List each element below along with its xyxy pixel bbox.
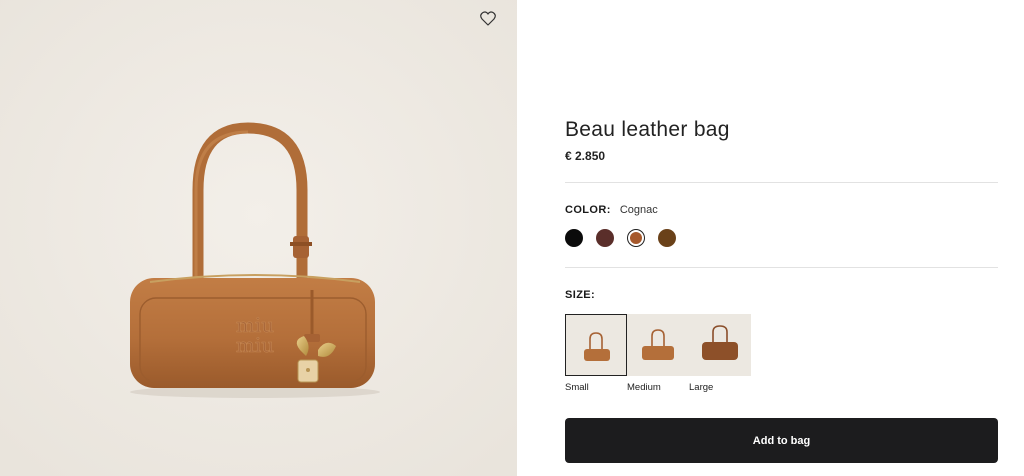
size-thumb-large [689,314,751,376]
favorite-button[interactable] [478,8,498,28]
product-title: Beau leather bag [565,118,730,141]
color-key: COLOR: [565,204,611,216]
divider [565,182,998,183]
size-thumb-small [565,314,627,376]
size-thumb-medium [627,314,689,376]
size-option-medium[interactable]: Medium [627,314,689,393]
size-option-large[interactable]: Large [689,314,751,393]
color-swatch[interactable] [565,229,583,247]
add-to-bag-button[interactable]: Add to bag [565,418,998,463]
size-option-small[interactable]: Small [565,314,627,393]
bag-photo: miu miu [0,0,517,476]
color-swatch[interactable] [627,229,645,247]
size-label: SIZE: [565,289,596,301]
color-selected-value: Cognac [619,204,658,216]
color-swatch[interactable] [596,229,614,247]
size-name: Small [565,382,589,393]
bag-thumbnail-icon [689,314,751,376]
color-label: COLOR: Cognac [565,204,658,216]
product-price: € 2.850 [565,149,606,163]
size-name: Large [689,382,714,393]
divider [565,267,998,268]
size-name: Medium [627,382,661,393]
color-swatch[interactable] [658,229,676,247]
svg-text:miu: miu [236,333,274,357]
product-image: miu miu [0,0,517,476]
heart-icon [480,10,496,26]
size-options: Small Medium Large [565,314,751,393]
bag-thumbnail-icon [566,315,626,375]
bag-thumbnail-icon [627,314,689,376]
color-swatches [565,229,689,247]
